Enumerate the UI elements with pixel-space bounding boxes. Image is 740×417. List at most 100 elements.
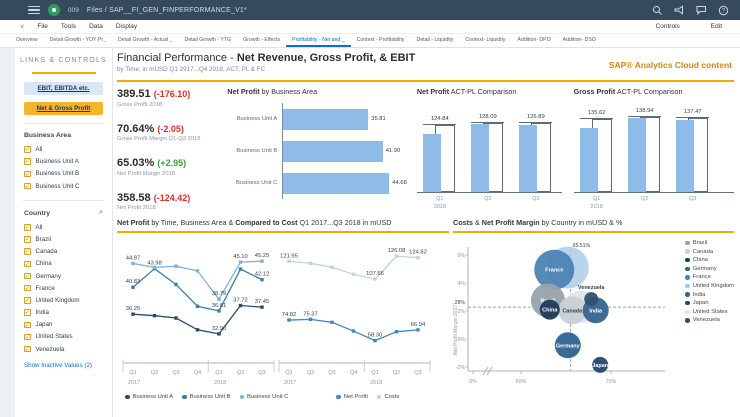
data-point-business-unit-c-0[interactable] — [131, 262, 134, 265]
country-checkbox-all[interactable]: ✓All — [24, 221, 103, 233]
actual-bar-q3[interactable] — [676, 120, 694, 192]
show-inactive-values-link[interactable]: Show Inactive Values (2) — [24, 362, 103, 369]
tab-context-profitability[interactable]: Context - Profitability — [351, 34, 411, 47]
legend-item-germany[interactable]: Germany — [685, 266, 734, 272]
country-checkbox-brazil[interactable]: ✓Brazil — [24, 233, 103, 245]
actual-bar-q2[interactable] — [471, 124, 489, 192]
country-checkbox-india[interactable]: ✓India — [24, 307, 103, 319]
legend-item-venezuela[interactable]: Venezuela — [685, 317, 734, 323]
data-point-costs-0[interactable] — [287, 260, 290, 263]
data-point-business-unit-b-5[interactable] — [239, 267, 242, 270]
business-area-checkbox-all[interactable]: ✓All — [24, 143, 103, 155]
legend-item-france[interactable]: France — [685, 274, 734, 280]
chevron-down-icon[interactable]: ∨ — [20, 23, 24, 30]
data-point-net-profit-6[interactable] — [416, 328, 419, 331]
data-point-business-unit-c-6[interactable] — [260, 259, 263, 262]
tab-detail-growth-actual[interactable]: Detail Growth - Actual _ — [112, 34, 179, 47]
search-icon[interactable] — [650, 3, 664, 17]
data-point-net-profit-4[interactable] — [373, 339, 376, 342]
data-point-net-profit-3[interactable] — [352, 329, 355, 332]
menu-file[interactable]: File — [37, 23, 47, 30]
data-point-net-profit-5[interactable] — [395, 330, 398, 333]
tab-addition-dpo[interactable]: Addition- DPO — [512, 34, 557, 47]
business-area-checkbox-business-unit-b[interactable]: ✓Business Unit B — [24, 168, 103, 180]
tab-context-liquidity[interactable]: Context- Liquidity — [459, 34, 511, 47]
country-checkbox-venezuela[interactable]: ✓Venezuela — [24, 343, 103, 355]
edit-button[interactable]: Edit — [711, 23, 722, 30]
data-point-net-profit-2[interactable] — [330, 321, 333, 324]
data-point-business-unit-c-2[interactable] — [174, 265, 177, 268]
kpi-tile-net-profit-margin-2018[interactable]: 65.03% (+2.95)Net Profit Margin 2018 — [117, 158, 221, 177]
actual-bar-q1[interactable] — [580, 128, 598, 192]
data-point-business-unit-c-4[interactable] — [217, 298, 220, 301]
data-point-business-unit-b-2[interactable] — [174, 283, 177, 286]
data-point-costs-4[interactable] — [373, 277, 376, 280]
country-checkbox-germany[interactable]: ✓Germany — [24, 270, 103, 282]
sidebar-button-net-gross-profit[interactable]: Net & Gross Profit — [24, 102, 103, 115]
country-checkbox-japan[interactable]: ✓Japan — [24, 319, 103, 331]
help-icon[interactable]: ? — [716, 3, 730, 17]
data-point-business-unit-b-3[interactable] — [196, 305, 199, 308]
bubble-venezuela[interactable] — [584, 292, 598, 306]
tab-detail-growth-yoy-pr[interactable]: Detail Growth - YOY Pr_ — [44, 34, 112, 47]
actual-bar-q2[interactable] — [628, 118, 646, 192]
line-series-business-unit-c[interactable] — [133, 261, 262, 299]
legend-item-net-profit[interactable]: Net Profit — [336, 394, 368, 400]
business-area-checkbox-business-unit-a[interactable]: ✓Business Unit A — [24, 156, 103, 168]
chat-icon[interactable] — [694, 3, 708, 17]
legend-item-business-unit-c[interactable]: Business Unit C — [240, 394, 289, 400]
data-point-business-unit-b-6[interactable] — [260, 278, 263, 281]
legend-item-united-states[interactable]: United States — [685, 309, 734, 315]
country-checkbox-united-states[interactable]: ✓United States — [24, 331, 103, 343]
data-point-costs-6[interactable] — [416, 256, 419, 259]
breadcrumb[interactable]: Files / SAP__FI_GEN_FINPERFORMANCE_V1* — [87, 7, 247, 14]
actual-bar-q3[interactable] — [519, 125, 537, 192]
data-point-costs-1[interactable] — [309, 262, 312, 265]
tab-growth-effects[interactable]: Growth - Effects — [237, 34, 286, 47]
data-point-business-unit-a-4[interactable] — [217, 332, 220, 335]
legend-item-costs[interactable]: Costs — [377, 394, 399, 400]
country-checkbox-france[interactable]: ✓France — [24, 282, 103, 294]
business-area-checkbox-business-unit-c[interactable]: ✓Business Unit C — [24, 180, 103, 192]
tab-overview[interactable]: Overview — [10, 34, 44, 47]
data-point-business-unit-b-0[interactable] — [131, 286, 134, 289]
megaphone-icon[interactable] — [672, 3, 686, 17]
tab-addition-dso[interactable]: Addition- DSO — [557, 34, 602, 47]
tab-detail-liquidity[interactable]: Detail - Liquidity — [411, 34, 460, 47]
data-point-business-unit-a-6[interactable] — [260, 305, 263, 308]
data-point-business-unit-a-3[interactable] — [196, 328, 199, 331]
legend-item-united-kingdom[interactable]: United Kingdom — [685, 283, 734, 289]
data-point-business-unit-b-4[interactable] — [217, 309, 220, 312]
data-point-costs-2[interactable] — [330, 265, 333, 268]
kpi-tile-gross-profit-margin-q1-q3-2018[interactable]: 70.64% (-2.05)Gross Profit Margin Q1-Q3 … — [117, 124, 221, 143]
legend-item-china[interactable]: China — [685, 257, 734, 263]
country-checkbox-united-kingdom[interactable]: ✓United Kingdom — [24, 294, 103, 306]
country-search-icon[interactable]: ⌕ — [99, 209, 103, 217]
menu-display[interactable]: Display — [116, 23, 137, 30]
data-point-net-profit-1[interactable] — [309, 318, 312, 321]
bar-business-unit-c[interactable] — [283, 173, 389, 194]
data-point-business-unit-a-5[interactable] — [239, 304, 242, 307]
sidebar-button-ebit-ebitda-etc[interactable]: EBIT, EBITDA etc. — [24, 82, 103, 95]
data-point-business-unit-c-1[interactable] — [153, 266, 156, 269]
data-point-business-unit-a-0[interactable] — [131, 312, 134, 315]
controls-button[interactable]: Controls — [656, 23, 680, 30]
kpi-tile-net-profit-2018[interactable]: 358.58 (-124.42)Net Profit 2018 — [117, 193, 221, 212]
menu-tools[interactable]: Tools — [61, 23, 76, 30]
data-point-costs-5[interactable] — [395, 254, 398, 257]
data-point-business-unit-c-5[interactable] — [239, 260, 242, 263]
country-checkbox-canada[interactable]: ✓Canada — [24, 246, 103, 258]
data-point-net-profit-0[interactable] — [287, 318, 290, 321]
legend-item-business-unit-b[interactable]: Business Unit B — [182, 394, 230, 400]
country-checkbox-china[interactable]: ✓China — [24, 258, 103, 270]
legend-item-business-unit-a[interactable]: Business Unit A — [125, 394, 173, 400]
menu-data[interactable]: Data — [89, 23, 103, 30]
kpi-tile-gross-profit-2018[interactable]: 389.51 (-176.10)Gross Profit 2018 — [117, 89, 221, 108]
bar-business-unit-b[interactable] — [283, 141, 382, 162]
legend-item-japan[interactable]: Japan — [685, 300, 734, 306]
data-point-costs-3[interactable] — [352, 273, 355, 276]
legend-item-canada[interactable]: Canada — [685, 249, 734, 255]
tab-profitability-net-and[interactable]: Profitability - Net and _ — [286, 34, 350, 47]
hamburger-menu-icon[interactable] — [28, 6, 40, 14]
bar-business-unit-a[interactable] — [283, 109, 368, 130]
